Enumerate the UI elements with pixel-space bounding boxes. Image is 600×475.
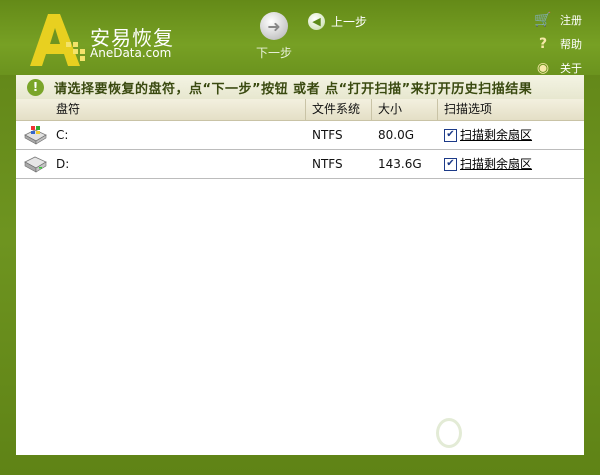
drive-table: 盘符 文件系统 大小 扫描选项 C: NTFS 80.0G ✔ 扫描剩余扇区 D… [16,99,584,455]
scan-option-checkbox[interactable]: ✔ 扫描剩余扇区 [438,150,584,178]
table-row[interactable]: C: NTFS 80.0G ✔ 扫描剩余扇区 [16,121,584,150]
arrow-left-icon: ◀ [308,13,325,30]
size-cell: 80.0G [378,128,415,142]
exclamation-icon: ! [27,78,44,96]
arrow-right-icon: ➜ [260,12,288,40]
app-subtitle: AneData.com [90,46,172,60]
header: 安易恢复 AneData.com ➜ 下一步 ◀ 上一步 🛒 注册 ? 帮助 ◉… [0,0,600,76]
drive-letter: C: [56,128,69,142]
prev-button[interactable]: ◀ 上一步 [308,13,367,30]
register-label: 注册 [560,14,582,27]
header-filesystem[interactable]: 文件系统 [306,99,372,120]
question-icon: ? [538,36,548,52]
header-drive[interactable]: 盘符 [16,99,306,120]
scan-option-label[interactable]: 扫描剩余扇区 [460,121,532,149]
info-circle-icon: ◉ [536,60,550,76]
next-button[interactable]: ➜ 下一步 [252,12,296,62]
help-link[interactable]: ? 帮助 [534,32,582,56]
help-label: 帮助 [560,38,582,51]
next-button-label: 下一步 [255,46,292,60]
header-size[interactable]: 大小 [372,99,438,120]
hint-bar: ! 请选择要恢复的盘符，点“下一步”按钮 或者 点“打开扫描”来打开历史扫描结果 [16,75,584,100]
windows-drive-icon [24,126,47,145]
header-scan-option[interactable]: 扫描选项 [438,99,584,120]
register-link[interactable]: 🛒 注册 [534,8,582,32]
table-row[interactable]: D: NTFS 143.6G ✔ 扫描剩余扇区 [16,150,584,179]
size-cell: 143.6G [378,157,422,171]
app-logo-icon [30,14,85,66]
scan-option-checkbox[interactable]: ✔ 扫描剩余扇区 [438,121,584,149]
downxia-logo-icon [436,418,462,448]
drive-letter: D: [56,157,70,171]
prev-button-label: 上一步 [331,15,368,29]
checkbox-checked-icon[interactable]: ✔ [444,157,457,171]
filesystem-cell: NTFS [312,128,343,142]
scan-option-label[interactable]: 扫描剩余扇区 [460,150,532,178]
watermark-name: 当下软件园 [468,417,549,435]
watermark-url: www.downxia.com [468,435,552,445]
table-header: 盘符 文件系统 大小 扫描选项 [16,99,584,121]
about-label: 关于 [560,62,582,75]
watermark: 当下软件园 www.downxia.com [436,418,552,448]
filesystem-cell: NTFS [312,157,343,171]
hint-text: 请选择要恢复的盘符，点“下一步”按钮 或者 点“打开扫描”来打开历史扫描结果 [54,81,533,97]
checkbox-checked-icon[interactable]: ✔ [444,128,457,142]
cart-icon: 🛒 [534,12,552,28]
hard-drive-icon [24,156,47,173]
side-menu: 🛒 注册 ? 帮助 ◉ 关于 [534,8,582,80]
